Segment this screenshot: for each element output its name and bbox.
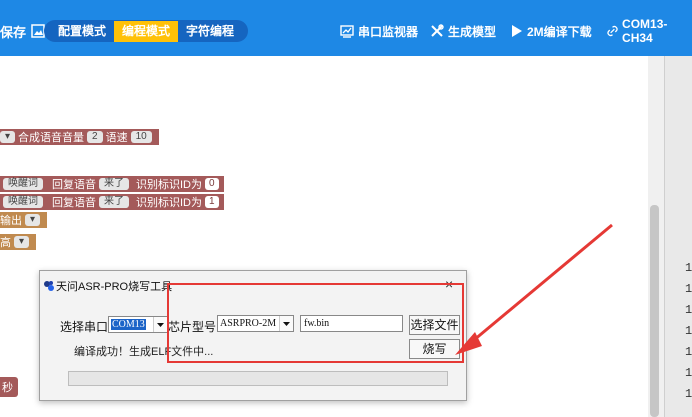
annotation-arrow [455,223,613,355]
